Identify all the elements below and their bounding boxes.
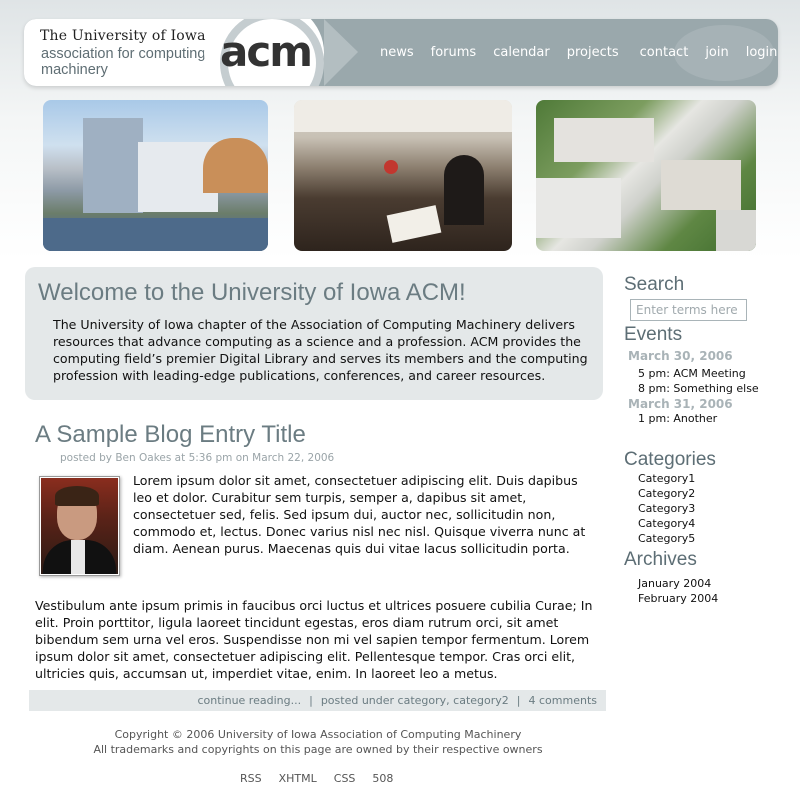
copyright-text: Copyright © 2006 University of Iowa Asso… (114, 728, 522, 741)
page: The University of Iowa association for c… (0, 0, 800, 800)
separator: | (309, 694, 313, 707)
comments-link[interactable]: 4 comments (529, 694, 598, 707)
nav-projects[interactable]: projects (567, 45, 619, 60)
university-name: The University of Iowa (40, 28, 206, 44)
event-item: 1 pm: Another (638, 412, 718, 425)
nav-news[interactable]: news (380, 45, 414, 60)
nav-calendar[interactable]: calendar (493, 45, 550, 60)
rss-link[interactable]: RSS (240, 772, 262, 785)
nav-forums[interactable]: forums (431, 45, 477, 60)
category-link-5[interactable]: Category5 (638, 532, 695, 545)
author-avatar (39, 476, 120, 576)
welcome-text: The University of Iowa chapter of the As… (53, 317, 588, 383)
trademark-text: All trademarks and copyrights on this pa… (93, 743, 543, 756)
css-link[interactable]: CSS (334, 772, 356, 785)
blog-entry-footer: continue reading... | posted under categ… (29, 690, 606, 711)
category2-link[interactable]: category2 (453, 694, 509, 707)
xhtml-link[interactable]: XHTML (279, 772, 317, 785)
category-link-4[interactable]: Category4 (638, 517, 695, 530)
association-name: association for computing machinery (41, 46, 206, 78)
nav-login[interactable]: login (746, 45, 778, 60)
category-link-2[interactable]: Category2 (638, 487, 695, 500)
campus-building-photo (43, 100, 268, 251)
continue-reading-link[interactable]: continue reading... (197, 694, 301, 707)
archives-heading: Archives (624, 549, 697, 570)
lecture-hall-photo (294, 100, 512, 251)
508-link[interactable]: 508 (372, 772, 393, 785)
campus-aerial-photo (536, 100, 756, 251)
categories-heading: Categories (624, 449, 716, 470)
event-date: March 31, 2006 (628, 397, 733, 411)
blog-entry-title[interactable]: A Sample Blog Entry Title (35, 421, 306, 449)
footer-links: RSS XHTML CSS 508 (240, 772, 393, 785)
category-link-3[interactable]: Category3 (638, 502, 695, 515)
nav-contact[interactable]: contact (640, 45, 689, 60)
category-link-1[interactable]: Category1 (638, 472, 695, 485)
brand-block: The University of Iowa association for c… (24, 19, 234, 86)
category-link[interactable]: category (398, 694, 447, 707)
welcome-panel: Welcome to the University of Iowa ACM! T… (25, 267, 603, 400)
separator: | (516, 694, 521, 707)
acm-logo[interactable]: acm (220, 27, 313, 76)
blog-paragraph-2: Vestibulum ante ipsum primis in faucibus… (35, 598, 593, 681)
welcome-title: Welcome to the University of Iowa ACM! (38, 279, 466, 306)
site-header: The University of Iowa association for c… (24, 19, 778, 86)
arrow-decoration (324, 19, 358, 86)
posted-under-prefix: posted under (320, 694, 395, 707)
blog-byline: posted by Ben Oakes at 5:36 pm on March … (60, 452, 335, 464)
event-item: 8 pm: Something else (638, 382, 759, 395)
event-date: March 30, 2006 (628, 349, 733, 363)
search-heading: Search (624, 274, 685, 295)
search-input[interactable] (630, 299, 747, 321)
event-item: 5 pm: ACM Meeting (638, 367, 746, 380)
blog-paragraph-1: Lorem ipsum dolor sit amet, consectetuer… (133, 473, 586, 556)
main-nav: news forums calendar projects contact jo… (380, 19, 778, 86)
posted-under-label: posted under category, category2 (320, 694, 509, 707)
nav-join[interactable]: join (705, 45, 728, 60)
archive-link-jan-2004[interactable]: January 2004 (638, 577, 711, 590)
archive-link-feb-2004[interactable]: February 2004 (638, 592, 718, 605)
events-heading: Events (624, 324, 683, 345)
